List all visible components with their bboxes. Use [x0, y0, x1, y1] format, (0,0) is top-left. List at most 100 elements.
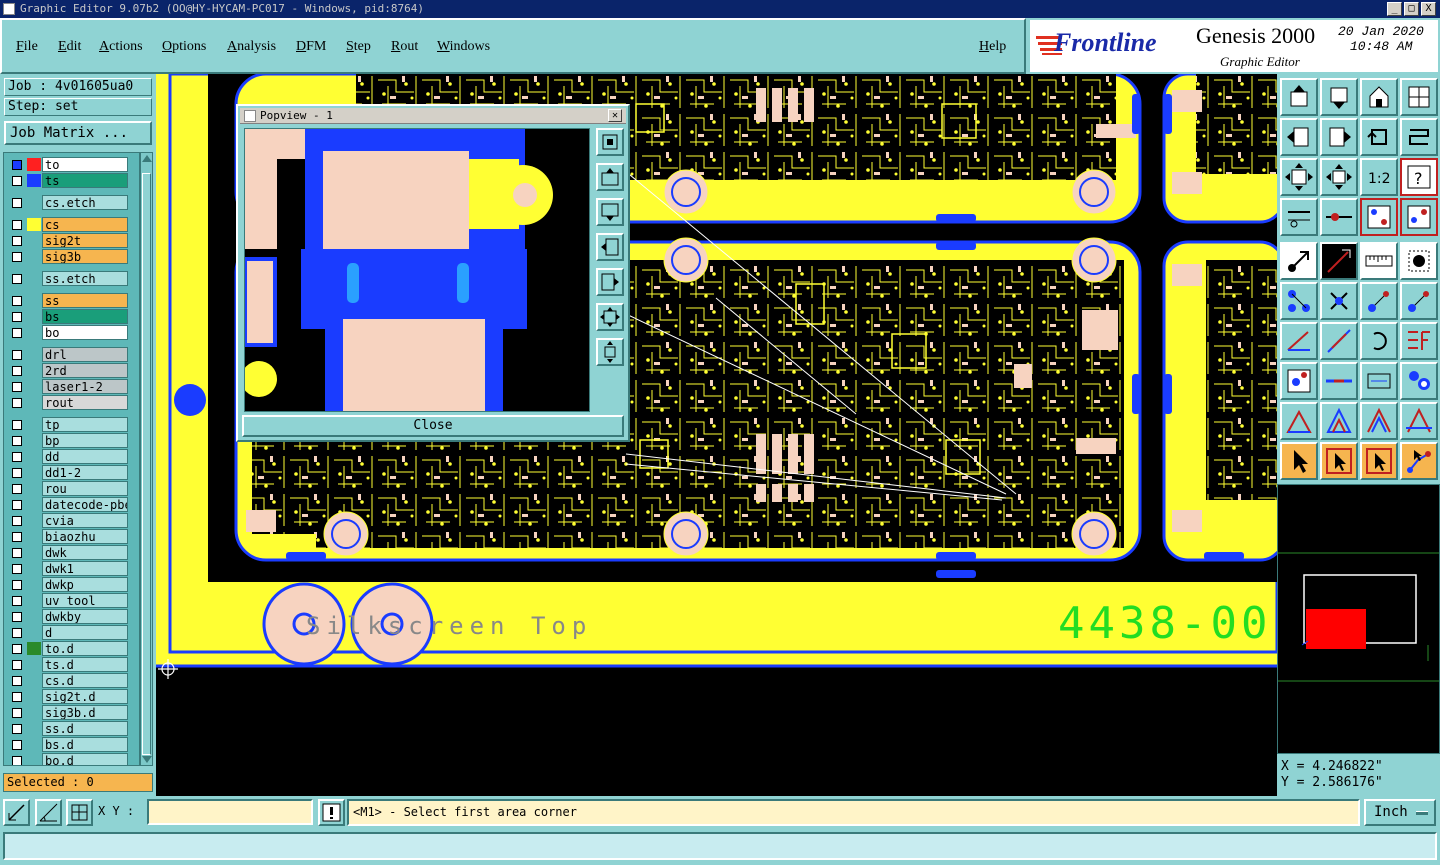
layer-name[interactable]: dwk1 — [42, 561, 128, 576]
layer-checkbox[interactable] — [12, 312, 22, 322]
layer-name[interactable]: tp — [42, 417, 128, 432]
layer-name[interactable]: rout — [42, 395, 128, 410]
layer-row[interactable]: bs — [6, 309, 128, 324]
layer-name[interactable]: bp — [42, 433, 128, 448]
layer-row[interactable]: rou — [6, 481, 128, 496]
tool-home-button[interactable] — [1280, 78, 1318, 116]
layer-row[interactable]: to — [6, 157, 128, 172]
tool-fillet-button[interactable] — [1400, 322, 1438, 360]
popview-pan-left-button[interactable] — [596, 233, 624, 261]
scroll-down-arrow-icon[interactable] — [142, 756, 152, 763]
menu-windows[interactable]: Windows — [437, 39, 490, 55]
tool-house-button[interactable] — [1360, 78, 1398, 116]
tool-pan-left-button[interactable] — [1280, 118, 1318, 156]
layer-checkbox[interactable] — [12, 274, 22, 284]
layer-name[interactable]: cs.d — [42, 673, 128, 688]
popview-zoom-in-button[interactable] — [596, 128, 624, 156]
popview-zoom-view[interactable] — [244, 128, 590, 412]
tool-slope-button[interactable] — [1320, 322, 1358, 360]
layer-name[interactable]: cs.etch — [42, 195, 128, 210]
tool-trace-button[interactable] — [1320, 362, 1358, 400]
status-snap-button[interactable] — [35, 799, 62, 826]
layer-name[interactable]: bo — [42, 325, 128, 340]
tool-net2-button[interactable] — [1400, 198, 1438, 236]
tool-select-button[interactable] — [1280, 242, 1318, 280]
menu-file[interactable]: File — [16, 39, 38, 55]
layer-checkbox[interactable] — [12, 532, 22, 542]
tool-zoom-out-button[interactable] — [1320, 158, 1358, 196]
layer-checkbox[interactable] — [12, 628, 22, 638]
layer-name[interactable]: ss.etch — [42, 271, 128, 286]
layer-row[interactable]: ss.d — [6, 721, 128, 736]
layer-name[interactable]: ts.d — [42, 657, 128, 672]
layer-checkbox[interactable] — [12, 500, 22, 510]
status-alert-button[interactable] — [318, 799, 345, 826]
layer-name[interactable]: to — [42, 157, 128, 172]
layer-checkbox[interactable] — [12, 382, 22, 392]
popview-close-button[interactable]: Close — [242, 415, 624, 437]
tool-polygon-button[interactable] — [1280, 402, 1318, 440]
layer-name[interactable]: sig3b.d — [42, 705, 128, 720]
tool-add-via-button[interactable] — [1280, 362, 1318, 400]
layer-row[interactable]: 2rd — [6, 363, 128, 378]
tool-angle-button[interactable] — [1280, 322, 1318, 360]
layer-name[interactable]: bs — [42, 309, 128, 324]
tool-window-button[interactable] — [1400, 78, 1438, 116]
layer-row[interactable]: cs.d — [6, 673, 128, 688]
layer-row[interactable]: dwk — [6, 545, 128, 560]
menu-edit[interactable]: Edit — [58, 39, 81, 55]
tool-pointer-button[interactable] — [1280, 442, 1318, 480]
layer-list-scrollbar[interactable] — [140, 152, 153, 766]
job-matrix-button[interactable]: Job Matrix ... — [4, 121, 152, 145]
layer-name[interactable]: bs.d — [42, 737, 128, 752]
layer-row[interactable]: dwkp — [6, 577, 128, 592]
layer-row[interactable]: ss — [6, 293, 128, 308]
tool-redraw-button[interactable] — [1360, 118, 1398, 156]
layer-name[interactable]: ss.d — [42, 721, 128, 736]
popview-window[interactable]: Popview - 1 ✕ Close — [236, 104, 630, 442]
layer-name[interactable]: 2rd — [42, 363, 128, 378]
layer-checkbox[interactable] — [12, 436, 22, 446]
layer-checkbox[interactable] — [12, 596, 22, 606]
tool-outline-button[interactable] — [1400, 402, 1438, 440]
layer-name[interactable]: dwkp — [42, 577, 128, 592]
layer-checkbox[interactable] — [12, 580, 22, 590]
layer-checkbox[interactable] — [12, 420, 22, 430]
layer-checkbox[interactable] — [12, 198, 22, 208]
tool-dimension-button[interactable] — [1360, 362, 1398, 400]
layer-name[interactable]: rou — [42, 481, 128, 496]
tool-zoom-home-button[interactable] — [1320, 78, 1358, 116]
layer-checkbox[interactable] — [12, 328, 22, 338]
layer-checkbox[interactable] — [12, 756, 22, 765]
overview-map[interactable] — [1277, 484, 1440, 754]
layer-checkbox[interactable] — [12, 484, 22, 494]
layer-row[interactable]: tp — [6, 417, 128, 432]
layer-name[interactable]: dwkby — [42, 609, 128, 624]
layer-row[interactable]: sig2t — [6, 233, 128, 248]
layer-checkbox[interactable] — [12, 676, 22, 686]
layer-row[interactable]: to.d — [6, 641, 128, 656]
layer-name[interactable]: sig3b — [42, 249, 128, 264]
popview-pan-right-button[interactable] — [596, 268, 624, 296]
layer-name[interactable]: ss — [42, 293, 128, 308]
tool-zoom-fit-button[interactable] — [1280, 158, 1318, 196]
layer-row[interactable]: bs.d — [6, 737, 128, 752]
tool-arc-button[interactable] — [1360, 322, 1398, 360]
layer-checkbox[interactable] — [12, 350, 22, 360]
layer-checkbox[interactable] — [12, 236, 22, 246]
layer-row[interactable]: d — [6, 625, 128, 640]
tool-net-button[interactable] — [1360, 198, 1398, 236]
layer-checkbox[interactable] — [12, 724, 22, 734]
menu-rout[interactable]: Rout — [391, 39, 418, 55]
layer-row[interactable]: ss.etch — [6, 271, 128, 286]
xy-input[interactable] — [147, 799, 313, 825]
layer-checkbox[interactable] — [12, 564, 22, 574]
layer-checkbox[interactable] — [12, 644, 22, 654]
layer-name[interactable]: dd — [42, 449, 128, 464]
layer-checkbox[interactable] — [12, 220, 22, 230]
layer-name[interactable]: dd1-2 — [42, 465, 128, 480]
close-window-button[interactable]: X — [1421, 2, 1436, 16]
units-select[interactable]: Inch — [1364, 799, 1436, 826]
layer-name[interactable]: cs — [42, 217, 128, 232]
layer-name[interactable]: drl — [42, 347, 128, 362]
